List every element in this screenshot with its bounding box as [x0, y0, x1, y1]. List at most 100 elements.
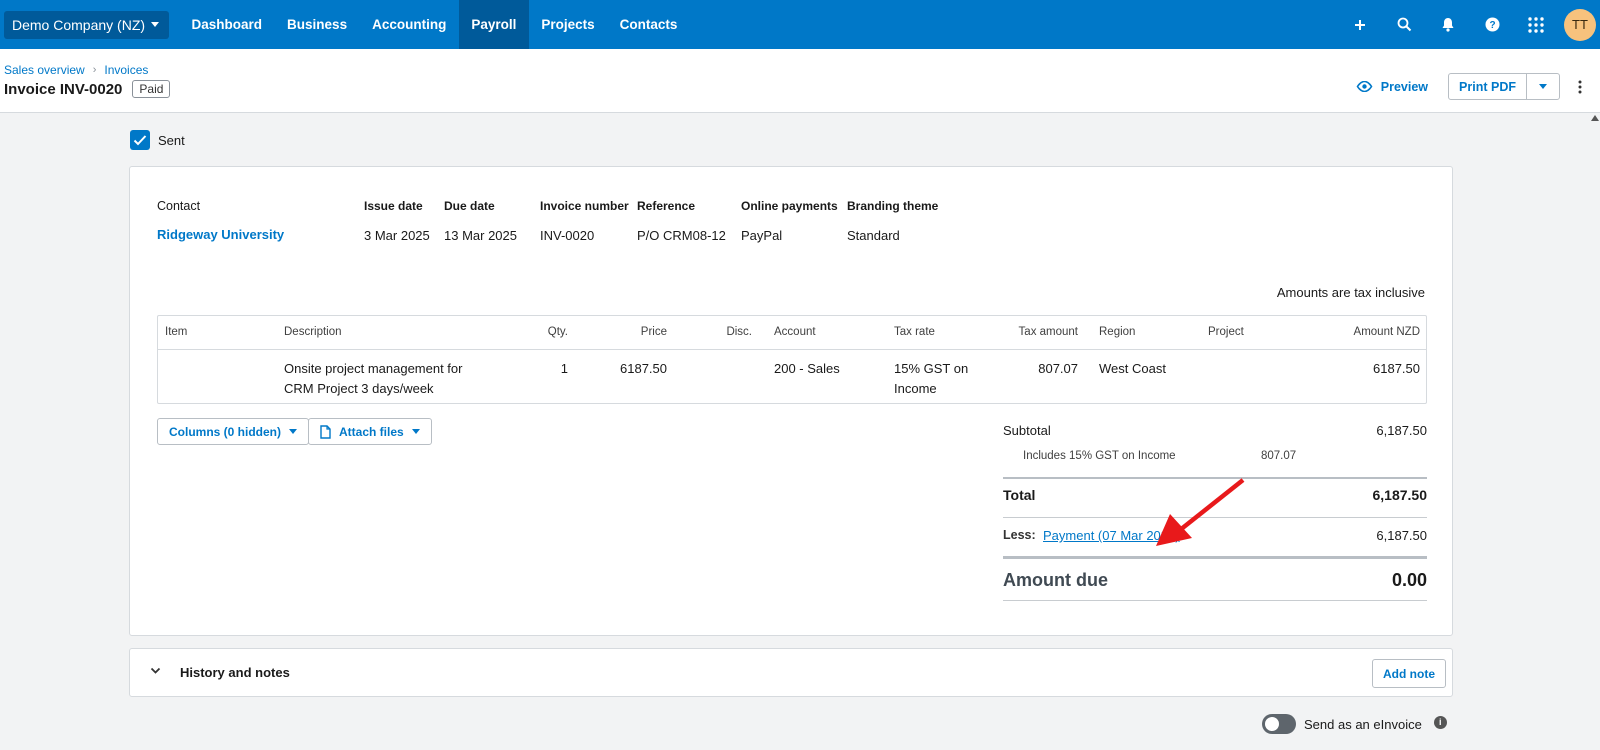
breadcrumb: Sales overview › Invoices: [4, 63, 148, 77]
info-icon[interactable]: i: [1433, 715, 1447, 729]
cell-description[interactable]: Onsite project management for CRM Projec…: [284, 359, 462, 399]
subtotal-label: Subtotal: [1003, 423, 1051, 438]
online-payments-value: PayPal: [741, 228, 783, 243]
payment-amount: 6,187.50: [1376, 528, 1427, 543]
nav-payroll[interactable]: Payroll: [458, 0, 529, 49]
einvoice-toggle[interactable]: [1262, 714, 1296, 734]
cell-tax-rate[interactable]: 15% GST on Income: [894, 359, 968, 399]
total-value: 6,187.50: [1372, 487, 1428, 503]
sent-label: Sent: [158, 132, 185, 148]
cell-tax-amount[interactable]: 807.07: [1038, 359, 1078, 379]
sent-checkbox[interactable]: [130, 130, 150, 150]
page-header: Sales overview › Invoices Invoice INV-00…: [0, 49, 1600, 113]
attach-files-button[interactable]: Attach files: [308, 418, 432, 445]
cell-description-line-2: CRM Project 3 days/week: [284, 381, 434, 396]
apps-grid-icon[interactable]: [1514, 0, 1558, 49]
invoice-number-label: Invoice number: [540, 199, 629, 213]
includes-tax-label: Includes 15% GST on Income: [1023, 450, 1176, 462]
column-header-amount: Amount NZD: [1353, 326, 1420, 338]
issue-date-label: Issue date: [364, 199, 423, 213]
line-items-table: Item Description Qty. Price Disc. Accoun…: [157, 315, 1427, 404]
chevron-right-icon: ›: [92, 64, 97, 76]
contact-label: Contact: [157, 199, 201, 213]
chevron-down-icon: [1539, 84, 1547, 89]
breadcrumb-sales-overview[interactable]: Sales overview: [4, 63, 85, 77]
svg-text:?: ?: [1489, 20, 1495, 31]
cell-tax-rate-line-2: Income: [894, 381, 937, 396]
history-and-notes[interactable]: History and notes Add note: [129, 648, 1453, 697]
online-payments-label: Online payments: [741, 199, 838, 213]
breadcrumb-invoices[interactable]: Invoices: [104, 63, 148, 77]
add-note-button[interactable]: Add note: [1372, 659, 1446, 688]
invoice-card: Contact Ridgeway University Issue date 3…: [129, 166, 1453, 636]
toggle-knob: [1265, 717, 1279, 731]
org-name: Demo Company (NZ): [12, 16, 146, 33]
nav-right: ? TT: [1338, 0, 1600, 49]
column-header-item: Item: [165, 326, 188, 338]
reference-label: Reference: [637, 199, 696, 213]
column-header-description: Description: [284, 326, 342, 338]
checkmark-icon: [133, 135, 147, 146]
contact-link[interactable]: Ridgeway University: [157, 227, 284, 242]
chevron-down-icon[interactable]: [150, 667, 161, 675]
more-options-icon[interactable]: [1560, 73, 1600, 100]
column-header-account: Account: [774, 326, 816, 338]
eye-icon: [1356, 81, 1373, 92]
cell-qty[interactable]: 1: [561, 359, 568, 379]
plus-icon[interactable]: [1338, 0, 1382, 49]
cell-tax-rate-line-1: 15% GST on: [894, 361, 969, 376]
print-options-dropdown[interactable]: [1527, 74, 1559, 99]
column-header-project: Project: [1208, 326, 1244, 338]
columns-button[interactable]: Columns (0 hidden): [157, 418, 309, 445]
send-einvoice-row: Send as an eInvoice i: [1262, 714, 1447, 734]
history-title: History and notes: [180, 665, 290, 680]
divider: [1003, 600, 1427, 601]
chevron-down-icon: [289, 429, 297, 434]
nav-dashboard[interactable]: Dashboard: [179, 0, 275, 49]
help-icon[interactable]: ?: [1470, 0, 1514, 49]
org-switcher[interactable]: Demo Company (NZ): [4, 10, 170, 39]
cell-region[interactable]: West Coast: [1099, 359, 1166, 379]
invoice-number-value: INV-0020: [540, 228, 595, 243]
column-header-disc: Disc.: [726, 326, 752, 338]
reference-value: P/O CRM08-12: [637, 228, 726, 243]
main-nav: Dashboard Business Accounting Payroll Pr…: [179, 0, 690, 49]
branding-theme-label: Branding theme: [847, 199, 939, 213]
less-label: Less:: [1003, 528, 1036, 542]
cell-account[interactable]: 200 - Sales: [774, 359, 840, 379]
nav-contacts[interactable]: Contacts: [607, 0, 690, 49]
cell-description-line-1: Onsite project management for: [284, 361, 463, 376]
branding-theme-value: Standard: [847, 228, 900, 243]
amount-due-label: Amount due: [1003, 570, 1108, 590]
tax-note: Amounts are tax inclusive: [1276, 285, 1425, 300]
column-header-tax-rate: Tax rate: [894, 326, 935, 338]
chevron-down-icon: [151, 22, 160, 27]
status-badge: Paid: [132, 80, 171, 98]
chevron-down-icon: [411, 429, 420, 434]
table-header-row: Item Description Qty. Price Disc. Accoun…: [158, 316, 1426, 350]
includes-tax-value: 807.07: [1261, 450, 1297, 462]
scroll-up-arrow[interactable]: [1591, 115, 1599, 121]
search-icon[interactable]: [1382, 0, 1426, 49]
nav-projects[interactable]: Projects: [529, 0, 607, 49]
page-title: Invoice INV-0020: [4, 80, 123, 98]
bell-icon[interactable]: [1426, 0, 1470, 49]
header-actions: Preview Print PDF: [1356, 73, 1600, 100]
attach-files-label: Attach files: [339, 424, 404, 439]
print-pdf-button[interactable]: Print PDF: [1449, 74, 1527, 99]
nav-accounting[interactable]: Accounting: [360, 0, 459, 49]
subtotal-value: 6,187.50: [1376, 423, 1427, 438]
due-date-value: 13 Mar 2025: [444, 228, 517, 243]
cell-price[interactable]: 6187.50: [620, 359, 667, 379]
nav-business[interactable]: Business: [275, 0, 360, 49]
column-header-price: Price: [640, 326, 667, 338]
preview-button[interactable]: Preview: [1356, 80, 1428, 94]
column-header-tax-amount: Tax amount: [1018, 326, 1078, 338]
column-header-qty: Qty.: [547, 326, 568, 338]
total-label: Total: [1003, 487, 1036, 503]
einvoice-label: Send as an eInvoice: [1304, 716, 1422, 732]
sent-checkbox-row[interactable]: Sent: [130, 130, 185, 150]
amount-due-value: 0.00: [1391, 570, 1427, 590]
avatar[interactable]: TT: [1564, 8, 1596, 41]
cell-amount[interactable]: 6187.50: [1373, 359, 1420, 379]
